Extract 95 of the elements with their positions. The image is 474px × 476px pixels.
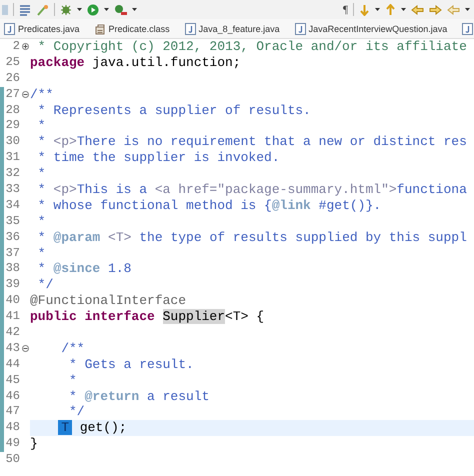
code-text: * Represents a supplier of results. [36, 102, 311, 118]
line-number: 33 [4, 182, 20, 198]
code-text: * [36, 182, 47, 198]
caret-icon[interactable] [132, 8, 137, 11]
back-arrow-icon[interactable] [410, 4, 424, 14]
code-text: */ [36, 277, 54, 292]
whitespace-toggle[interactable]: ¶ [343, 4, 348, 16]
code-text: * [36, 246, 46, 261]
caret-icon[interactable] [400, 8, 406, 11]
line-number: 27 [4, 86, 20, 103]
forward-arrow-icon[interactable] [428, 4, 442, 14]
line-number: 46 [4, 388, 20, 404]
code-text: functiona [396, 182, 467, 198]
code-text: * [36, 134, 47, 150]
code-text: * time the supplier is invoked. [36, 150, 280, 166]
line-number: 42 [4, 325, 20, 341]
code-text: @param [53, 230, 100, 245]
line-number: 50 [4, 452, 20, 468]
minus-icon[interactable] [22, 91, 28, 98]
code-text: <p> [53, 182, 77, 198]
line-number: 26 [4, 70, 20, 87]
editor-tab[interactable]: Predicate.class [94, 19, 185, 38]
bug-icon[interactable] [60, 4, 72, 16]
code-text: @FunctionalInterface [30, 293, 186, 308]
code-text: 1.8 [107, 261, 132, 276]
code-text: a result [146, 388, 210, 404]
code-text: java.util.function; [91, 54, 241, 70]
code-text: <a href="package-summary.html"> [154, 182, 397, 198]
line-number: 29 [4, 118, 20, 134]
caret-icon[interactable] [77, 8, 82, 11]
code-text: #get()}. [318, 198, 382, 213]
caret-icon[interactable] [374, 8, 380, 11]
code-text: * [68, 372, 77, 388]
code-text: public interface [30, 309, 156, 324]
code-text: package [30, 54, 85, 70]
line-number: 32 [4, 166, 20, 182]
selected-text: T [58, 420, 72, 436]
code-text: @return [84, 388, 140, 404]
line-number: 30 [4, 134, 20, 150]
list-icon[interactable] [19, 4, 31, 16]
caret-icon[interactable] [104, 8, 109, 11]
line-number: 28 [4, 102, 20, 118]
code-text: <T> { [225, 309, 264, 324]
line-number: 48 [4, 420, 20, 436]
line-number: 35 [4, 214, 20, 230]
code-text: * [68, 388, 78, 404]
line-number: 38 [4, 261, 20, 278]
plus-icon[interactable] [22, 43, 28, 50]
java-file-icon [4, 22, 15, 34]
code-text: /** [30, 86, 54, 102]
line-number: 31 [4, 150, 20, 166]
code-text: This is a [76, 182, 148, 198]
line-number: 45 [4, 372, 20, 389]
code-text: get(); [78, 420, 127, 436]
code-text: the type of results supplied by this suppl [138, 230, 467, 245]
editor-tab[interactable]: Java_8_feature.java [184, 19, 295, 38]
code-text: <T> [107, 230, 132, 245]
code-text: <p> [53, 134, 77, 150]
code-text: } [30, 436, 38, 452]
line-number: 39 [4, 277, 20, 294]
line-number: 43 [4, 340, 20, 357]
code-text: /** [60, 340, 85, 356]
line-number: 44 [4, 356, 20, 373]
code-text: * [36, 261, 47, 276]
line-number: 40 [4, 293, 20, 310]
class-file-icon [94, 22, 106, 34]
code-text: * [36, 118, 46, 134]
run-icon[interactable] [87, 4, 99, 16]
tool-icon[interactable] [114, 4, 127, 16]
code-text: * [36, 230, 47, 245]
code-text: * [36, 166, 46, 182]
code-text: @link [272, 198, 311, 213]
line-number: 37 [4, 246, 20, 262]
line-number: 25 [4, 54, 20, 71]
line-number: 2 [12, 39, 20, 55]
caret-icon[interactable] [464, 8, 470, 11]
line-number: 34 [4, 198, 20, 214]
code-text: * Gets a result. [68, 356, 194, 372]
highlighted-occurrence: Supplier [162, 309, 226, 324]
java-file-icon [184, 22, 196, 34]
code-text: There is no requirement that a new or distinct res [76, 134, 467, 150]
code-text: @since [53, 261, 100, 276]
editor-tab[interactable]: JavaRecentInterviewQuestion.java [294, 19, 462, 38]
code-text: * Copyright (c) 2012, 2013, Oracle and/or its affiliate [36, 39, 467, 54]
wand-icon[interactable] [36, 4, 49, 16]
java-file-icon [294, 22, 306, 34]
code-text: * whose functional method is { [36, 198, 272, 213]
minus-icon[interactable] [22, 345, 28, 352]
line-number: 36 [4, 230, 20, 246]
code-text: * [36, 214, 46, 229]
line-number: 41 [4, 309, 20, 326]
editor-tab[interactable]: Predicates.java [4, 19, 95, 38]
line-number: 47 [4, 404, 20, 420]
code-text: */ [68, 404, 85, 420]
line-number: 49 [4, 436, 20, 452]
